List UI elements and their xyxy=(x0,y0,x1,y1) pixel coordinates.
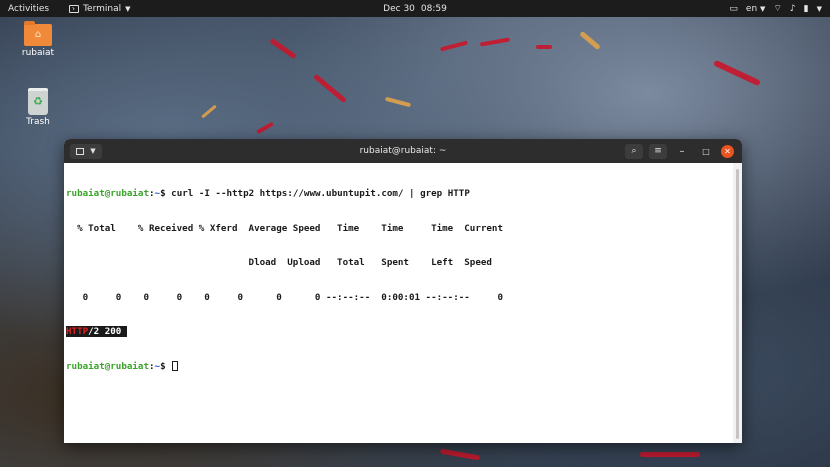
terminal-line-output: 0 0 0 0 0 0 0 0 --:--:-- 0:00:01 --:--:-… xyxy=(66,291,503,303)
new-tab-icon xyxy=(76,147,85,155)
prompt-user: rubaiat@rubaiat xyxy=(66,188,149,199)
prompt-symbol: $ xyxy=(160,360,172,372)
wallpaper-streak xyxy=(479,37,511,47)
window-titlebar[interactable]: ▼ rubaiat@rubaiat: ~ ⌕ ≡ – □ ✕ xyxy=(64,139,742,163)
wallpaper-streak xyxy=(269,37,297,60)
hamburger-menu-icon: ≡ xyxy=(654,146,662,156)
wallpaper-streak xyxy=(439,448,481,461)
chevron-down-icon: ▼ xyxy=(125,4,131,13)
clock[interactable]: Dec 30 08:59 xyxy=(383,4,447,14)
home-folder-icon: ⌂ xyxy=(24,21,52,46)
chevron-down-icon: ▼ xyxy=(90,147,96,155)
wallpaper-streak xyxy=(713,59,761,87)
desktop-icon-trash[interactable]: ♻ Trash xyxy=(13,88,63,127)
trash-icon: ♻ xyxy=(28,88,48,115)
volume-icon[interactable]: ♪ xyxy=(790,4,796,14)
new-tab-button[interactable]: ▼ xyxy=(70,143,102,159)
minimize-button[interactable]: – xyxy=(673,144,691,159)
grep-match-rest: /2 200 xyxy=(88,326,127,337)
system-tray[interactable]: ▭ en ▼ ⌔ ♪ ▮ ▼ xyxy=(729,3,822,15)
wallpaper-streak xyxy=(640,452,700,457)
wallpaper-streak xyxy=(256,121,274,135)
wallpaper-streak xyxy=(536,45,552,49)
wallpaper-streak xyxy=(384,96,412,108)
close-button[interactable]: ✕ xyxy=(721,144,734,158)
prompt-symbol: $ xyxy=(160,188,172,199)
search-button[interactable]: ⌕ xyxy=(625,143,643,159)
grep-match-highlight: HTTP xyxy=(66,326,89,337)
close-icon: ✕ xyxy=(724,146,731,156)
desktop-icon-label: Trash xyxy=(26,117,50,127)
terminal-output[interactable]: rubaiat@rubaiat:~$ curl -I --http2 https… xyxy=(64,163,733,443)
desktop-icon-home[interactable]: ⌂ rubaiat xyxy=(13,21,63,58)
wallpaper-streak xyxy=(313,73,347,104)
grep-match-line: HTTP/2 200 xyxy=(66,326,127,337)
maximize-icon: □ xyxy=(702,146,710,156)
screen-icon[interactable]: ▭ xyxy=(729,4,738,14)
app-menu[interactable]: Terminal ▼ xyxy=(69,3,131,14)
terminal-cursor xyxy=(172,360,179,371)
terminal-line-match: HTTP/2 200 xyxy=(66,326,731,338)
top-bar: Activities Terminal ▼ Dec 30 08:59 ▭ en … xyxy=(0,0,830,17)
scrollbar-thumb[interactable] xyxy=(736,169,739,439)
clock-time: 08:59 xyxy=(420,3,447,14)
chevron-down-icon: ▼ xyxy=(760,4,766,13)
terminal-scrollbar[interactable] xyxy=(733,163,742,443)
command-text: curl -I --http2 https://www.ubuntupit.co… xyxy=(171,188,470,199)
language-indicator[interactable]: en ▼ xyxy=(746,4,766,14)
minimize-icon: – xyxy=(679,145,685,157)
battery-icon[interactable]: ▮ xyxy=(804,4,809,14)
app-menu-label: Terminal xyxy=(83,3,122,14)
clock-date: Dec 30 xyxy=(383,3,415,14)
wallpaper-streak xyxy=(439,40,469,52)
wallpaper-streak xyxy=(201,104,217,119)
prompt-user: rubaiat@rubaiat xyxy=(66,360,149,372)
chevron-down-icon[interactable]: ▼ xyxy=(817,5,822,13)
terminal-window[interactable]: ▼ rubaiat@rubaiat: ~ ⌕ ≡ – □ ✕ rubaiat@r… xyxy=(64,139,742,443)
language-label: en xyxy=(745,3,758,14)
window-title: rubaiat@rubaiat: ~ xyxy=(359,146,447,156)
maximize-button[interactable]: □ xyxy=(697,144,715,159)
terminal-line-command: rubaiat@rubaiat:~$ curl -I --http2 https… xyxy=(66,188,731,200)
terminal-line-output: Dload Upload Total Spent Left Speed xyxy=(66,257,492,268)
wifi-icon[interactable]: ⌔ xyxy=(773,3,781,14)
wallpaper-streak xyxy=(579,30,601,51)
desktop-icon-label: rubaiat xyxy=(21,48,55,58)
terminal-line-prompt: rubaiat@rubaiat:~$ xyxy=(66,360,731,373)
terminal-icon xyxy=(69,4,80,13)
terminal-line-output: % Total % Received % Xferd Average Speed… xyxy=(66,222,503,234)
menu-button[interactable]: ≡ xyxy=(649,143,667,159)
activities-button[interactable]: Activities xyxy=(0,4,49,14)
search-icon: ⌕ xyxy=(631,146,637,156)
